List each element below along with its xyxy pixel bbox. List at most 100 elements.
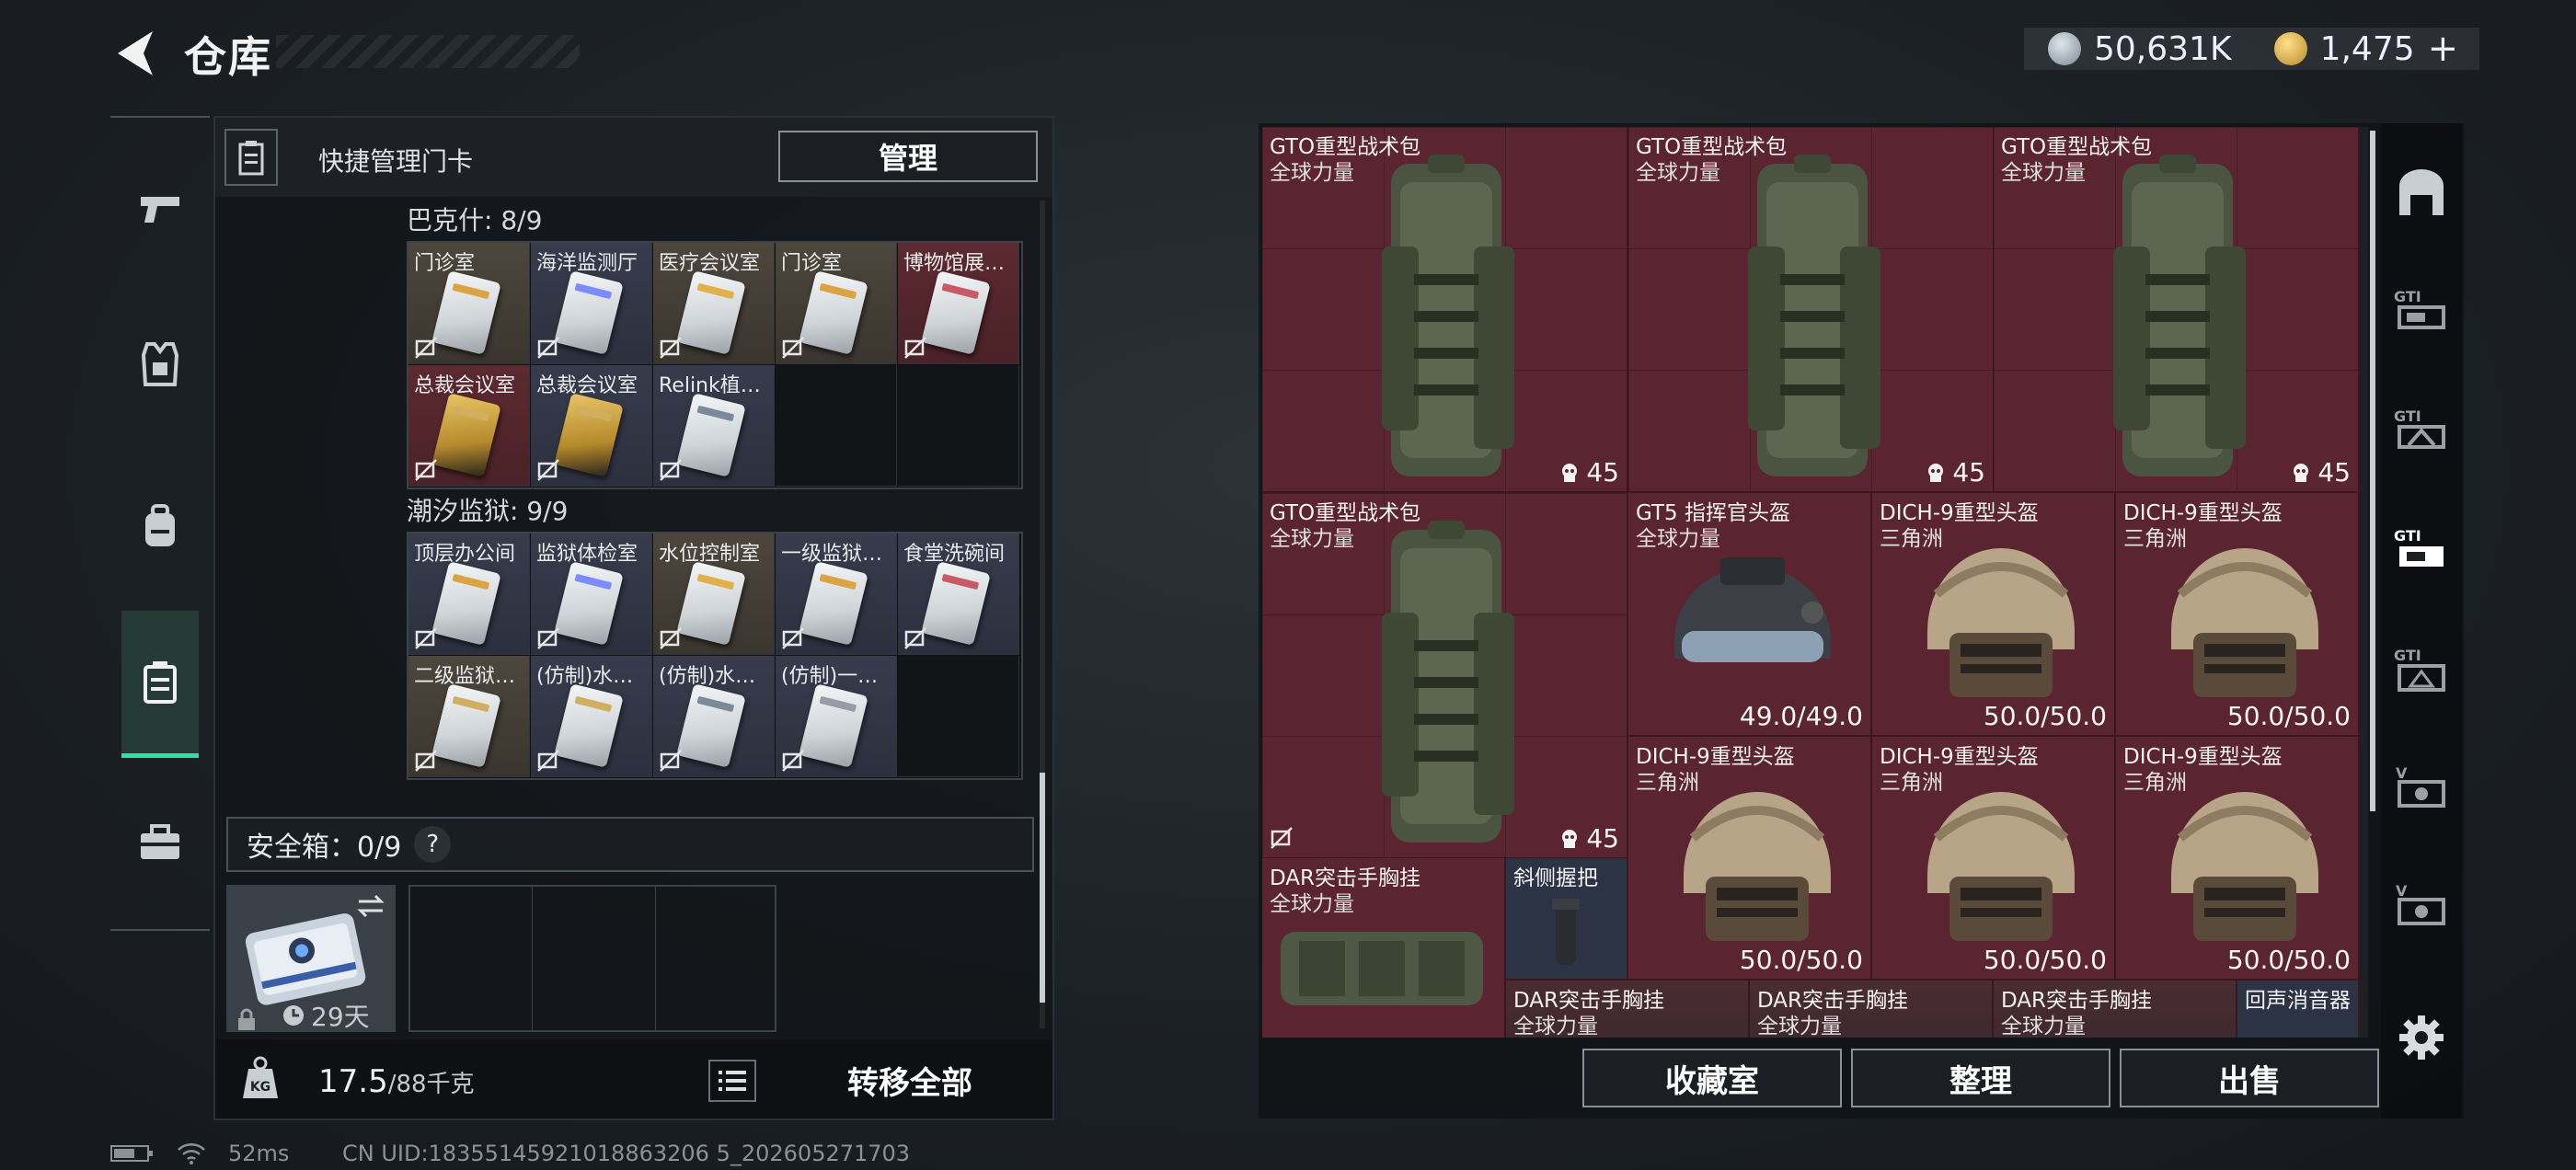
item-value: 50.0/50.0 bbox=[1740, 945, 1863, 975]
manage-button[interactable]: 管理 bbox=[778, 131, 1038, 182]
stash-item-grip[interactable]: 斜侧握把 bbox=[1506, 858, 1628, 981]
keycard-slot[interactable]: 顶层办公间 bbox=[408, 533, 530, 655]
keycard-label: 水位控制室 bbox=[659, 543, 761, 566]
keycard-slot[interactable]: 门诊室 bbox=[408, 243, 530, 364]
page-title: 仓库 bbox=[184, 32, 272, 82]
keycard-label: 海洋监测厅 bbox=[536, 252, 638, 275]
transfer-all-button[interactable]: 转移全部 bbox=[776, 1054, 1043, 1106]
rnav-main-stash[interactable] bbox=[2390, 162, 2453, 224]
add-currency-button[interactable]: + bbox=[2428, 28, 2459, 70]
keycard-slot[interactable]: Relink植… bbox=[653, 365, 775, 487]
gti-case-icon: GTI bbox=[2394, 407, 2445, 449]
nav-weapons[interactable] bbox=[123, 173, 197, 247]
stash-item-rig[interactable]: DAR突击手胸挂 全球力量 bbox=[1994, 981, 2237, 1038]
stash-item-rig[interactable]: DAR突击手胸挂 全球力量 bbox=[1750, 981, 1994, 1038]
keycard-slot[interactable]: (仿制)水… bbox=[531, 656, 652, 777]
keycard-slot[interactable]: 门诊室 bbox=[776, 243, 897, 364]
stash-item-rig[interactable]: DAR突击手胸挂 全球力量 bbox=[1262, 858, 1506, 1038]
gti-case-icon: GTI bbox=[2394, 527, 2444, 567]
currency-bar[interactable]: 50,631K 1,475 + bbox=[2024, 28, 2479, 70]
rnav-container-2[interactable]: GTI bbox=[2390, 399, 2453, 462]
keycard-slot[interactable]: 博物馆展… bbox=[898, 243, 1019, 364]
keycard-label: (仿制)水… bbox=[536, 665, 634, 688]
stash-item-helmet[interactable]: DICH-9重型头盔 三角洲 50.0/50.0 bbox=[2116, 493, 2360, 737]
stash-item-helmet[interactable]: DICH-9重型头盔 三角洲 50.0/50.0 bbox=[1872, 493, 2116, 737]
keycard-slot[interactable]: 食堂洗碗间 bbox=[898, 533, 1019, 655]
keycard-panel: 快捷管理门卡 管理 巴克什: 8/9 门诊室 海洋监测厅 医疗会议室 门诊室 博物馆展…… bbox=[213, 116, 1054, 1120]
stash-item-helmet[interactable]: DICH-9重型头盔 三角洲 50.0/50.0 bbox=[1628, 737, 1872, 981]
item-value-text: 50.0/50.0 bbox=[2226, 945, 2351, 975]
keycard-slot[interactable]: 二级监狱… bbox=[408, 656, 530, 777]
svg-text:V: V bbox=[2396, 882, 2408, 900]
group-title-tidal-prison: 潮汐监狱: 9/9 bbox=[407, 496, 569, 526]
keycard-label: 门诊室 bbox=[414, 252, 476, 275]
item-value-text: 45 bbox=[2317, 457, 2351, 488]
collection-room-button[interactable]: 收藏室 bbox=[1582, 1049, 1842, 1107]
keycard-slot[interactable]: 总裁会议室 bbox=[408, 365, 530, 487]
back-button[interactable] bbox=[109, 28, 164, 79]
keycard-slot[interactable]: 总裁会议室 bbox=[531, 365, 652, 487]
rnav-container-1[interactable]: GTI bbox=[2390, 280, 2453, 342]
no-trade-icon bbox=[415, 750, 437, 772]
stash-door-icon bbox=[2399, 169, 2444, 215]
swap-icon bbox=[357, 894, 385, 918]
keycard-icon bbox=[554, 683, 624, 768]
weight-bar: KG 17.5/88千克 转移全部 bbox=[215, 1039, 1052, 1118]
no-trade-icon bbox=[537, 750, 559, 772]
safebox-item[interactable]: 29天 bbox=[226, 885, 396, 1032]
keycard-slot[interactable]: 水位控制室 bbox=[653, 533, 775, 655]
rnav-container-4[interactable]: GTI bbox=[2390, 638, 2453, 701]
durability-icon bbox=[1562, 464, 1578, 482]
keycard-empty-slot[interactable] bbox=[898, 656, 1019, 777]
stash-scrollbar-thumb[interactable] bbox=[2370, 131, 2375, 811]
keycard-slot[interactable]: 海洋监测厅 bbox=[531, 243, 652, 364]
svg-text:V: V bbox=[2396, 764, 2408, 782]
stash-item-backpack[interactable]: GTO重型战术包 全球力量 45 bbox=[1262, 127, 1628, 493]
nav-toolbox[interactable] bbox=[123, 806, 197, 879]
keycard-slot[interactable]: (仿制)水… bbox=[653, 656, 775, 777]
keycard-grid-tidal-prison: 顶层办公间 监狱体检室 水位控制室 一级监狱… 食堂洗碗间 二级监狱… (仿制)水… (仿制)… bbox=[407, 532, 1023, 780]
sort-button[interactable]: 整理 bbox=[1851, 1049, 2110, 1107]
item-value-text: 45 bbox=[1952, 457, 1985, 488]
pistol-icon bbox=[141, 197, 179, 223]
keycard-slot[interactable]: 监狱体检室 bbox=[531, 533, 652, 655]
help-icon[interactable]: ? bbox=[414, 826, 452, 863]
safebox-bar[interactable]: 安全箱：0/9 ? bbox=[226, 817, 1034, 872]
rnav-container-5[interactable]: V bbox=[2390, 756, 2453, 819]
item-tag: 三角洲 bbox=[2123, 771, 2187, 795]
keycard-empty-slot[interactable] bbox=[776, 365, 897, 487]
list-view-button[interactable] bbox=[708, 1060, 756, 1102]
backpack-icon bbox=[1382, 521, 1514, 843]
stash-item-helmet-gt5[interactable]: GT5 指挥官头盔 全球力量 49.0/49.0 bbox=[1628, 493, 1872, 737]
sell-button[interactable]: 出售 bbox=[2120, 1049, 2379, 1107]
keycard-slot[interactable]: 医疗会议室 bbox=[653, 243, 775, 364]
left-scrollbar-thumb[interactable] bbox=[1040, 773, 1045, 1003]
keycard-label: 二级监狱… bbox=[414, 665, 516, 688]
nav-armor[interactable] bbox=[123, 327, 197, 401]
stash-item-helmet[interactable]: DICH-9重型头盔 三角洲 50.0/50.0 bbox=[1872, 737, 2116, 981]
stash-item-rig[interactable]: DAR突击手胸挂 全球力量 bbox=[1506, 981, 1750, 1038]
nav-keycards[interactable] bbox=[121, 611, 199, 758]
uid-text: CN UID:18355145921018863206 5_2026052717… bbox=[342, 1141, 911, 1166]
keycard-slot[interactable]: 一级监狱… bbox=[776, 533, 897, 655]
svg-text:GTI: GTI bbox=[2394, 288, 2421, 305]
rnav-container-6[interactable]: V bbox=[2390, 874, 2453, 936]
backpack-icon bbox=[1382, 155, 1514, 476]
stash-item-backpack[interactable]: GTO重型战术包 全球力量 45 bbox=[1262, 493, 1628, 859]
safebox-empty-slots[interactable] bbox=[408, 885, 776, 1032]
no-trade-icon bbox=[660, 337, 682, 359]
stash-item-backpack[interactable]: GTO重型战术包 全球力量 45 bbox=[1628, 127, 1995, 493]
item-value-text: 45 bbox=[1586, 457, 1619, 488]
stash-item-backpack[interactable]: GTO重型战术包 全球力量 45 bbox=[1994, 127, 2360, 493]
grip-icon bbox=[1552, 899, 1580, 965]
settings-button[interactable] bbox=[2390, 1006, 2453, 1069]
keycard-slot[interactable]: (仿制)一… bbox=[776, 656, 897, 777]
keycard-empty-slot[interactable] bbox=[898, 365, 1019, 487]
item-tag: 全球力量 bbox=[1270, 161, 1354, 185]
keycard-icon bbox=[431, 270, 501, 355]
nav-backpack[interactable] bbox=[123, 489, 197, 563]
no-trade-icon bbox=[904, 627, 926, 649]
rnav-container-3[interactable]: GTI bbox=[2390, 519, 2453, 581]
stash-item-helmet[interactable]: DICH-9重型头盔 三角洲 50.0/50.0 bbox=[2116, 737, 2360, 981]
stash-item-muzzle[interactable]: 回声消音器 bbox=[2237, 981, 2360, 1038]
